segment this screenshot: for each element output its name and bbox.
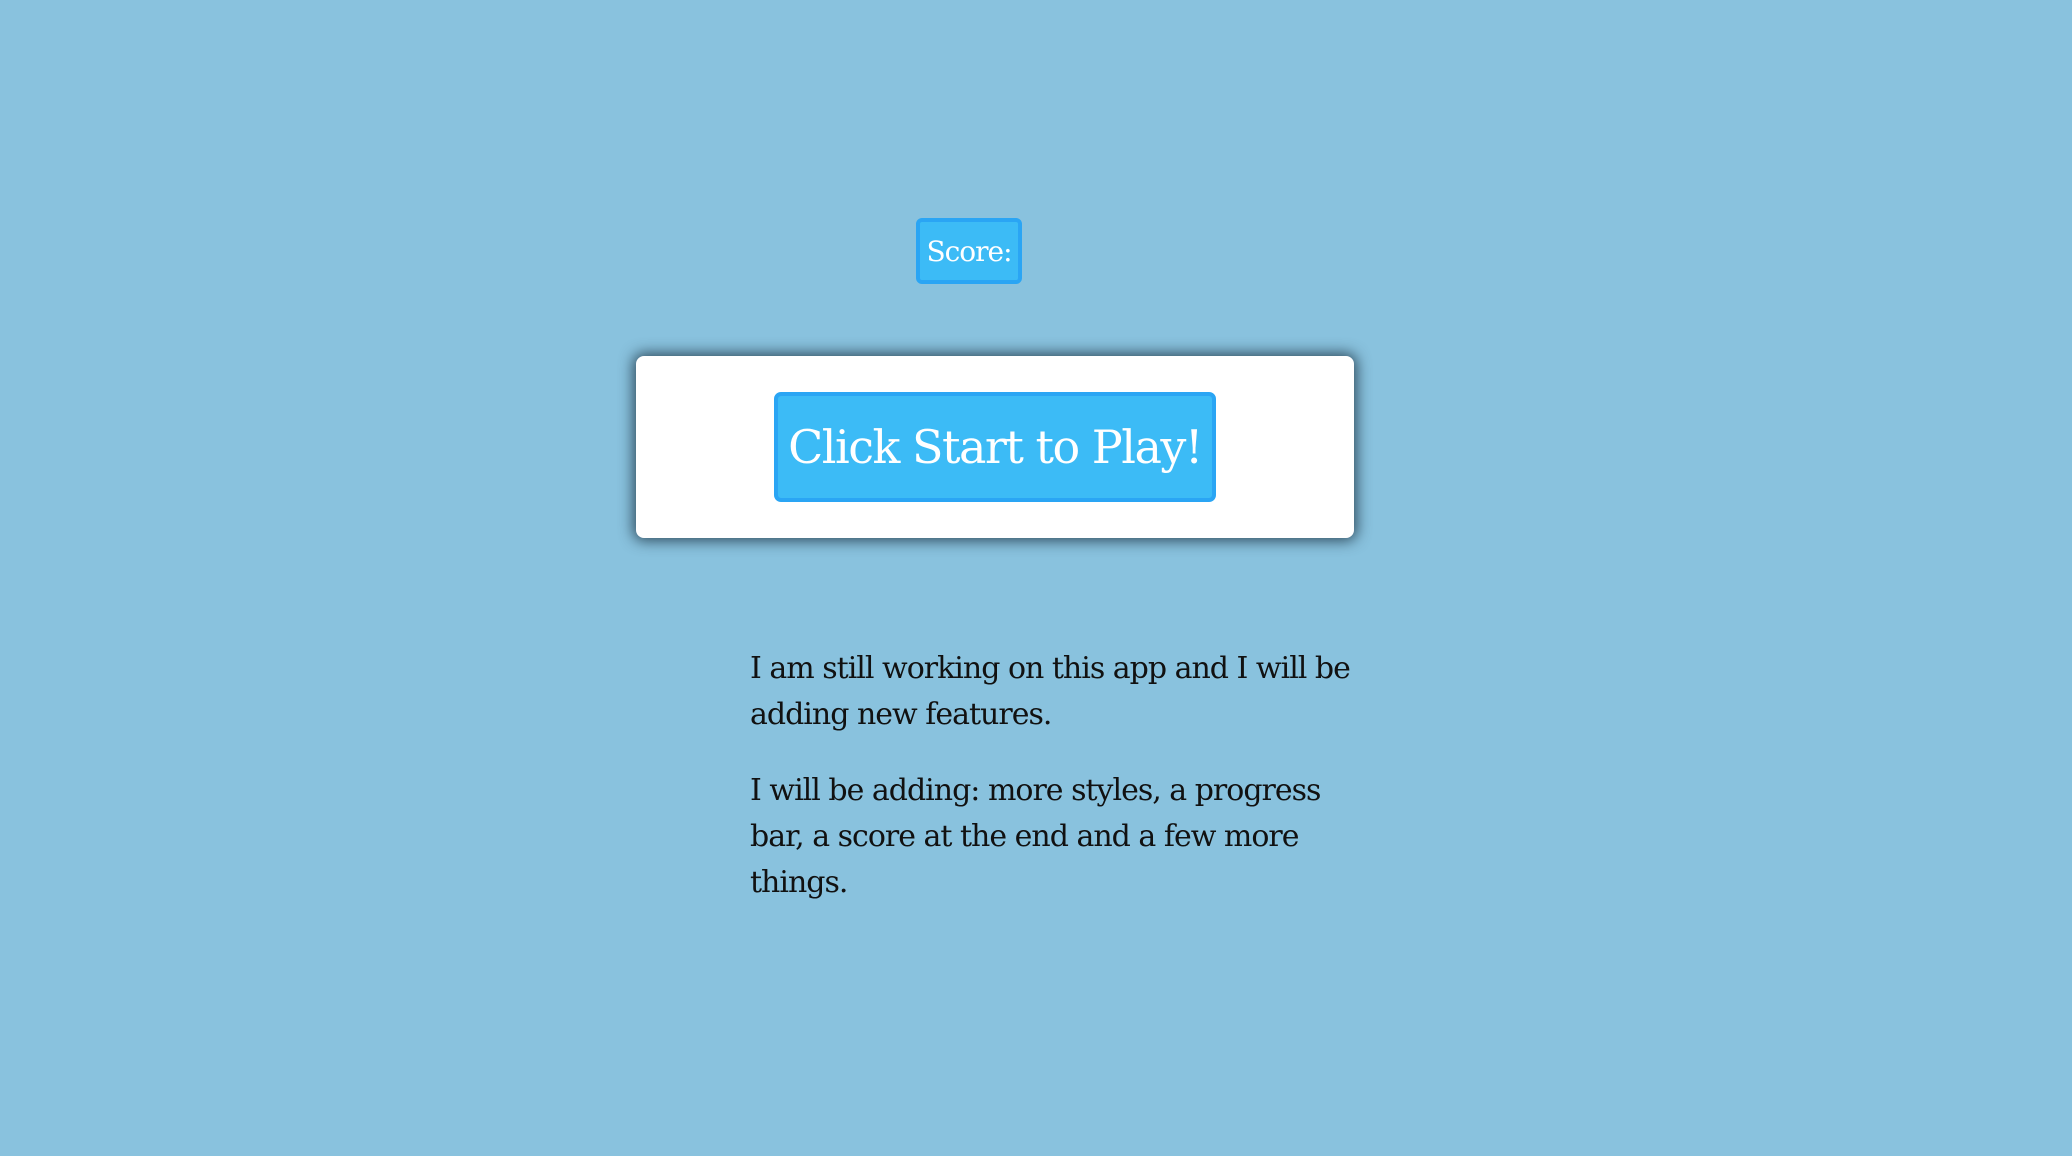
info-text: I am still working on this app and I wil… (750, 646, 1351, 936)
info-paragraph-2: I will be adding: more styles, a progres… (750, 773, 1321, 900)
score-label: Score: (916, 218, 1022, 284)
start-button[interactable]: Click Start to Play! (774, 392, 1216, 502)
info-paragraph-1: I am still working on this app and I wil… (750, 651, 1351, 732)
start-panel: Click Start to Play! (636, 356, 1354, 538)
